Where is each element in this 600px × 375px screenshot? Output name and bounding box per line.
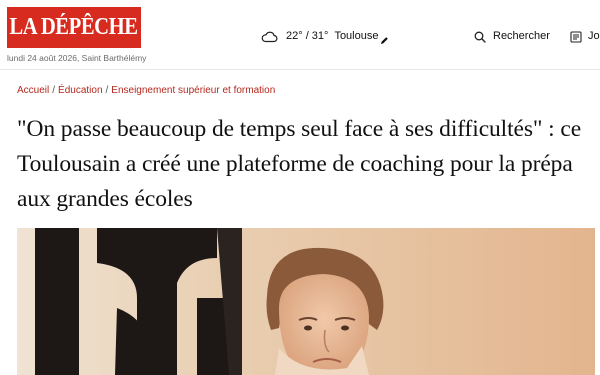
pencil-icon[interactable] xyxy=(380,32,389,44)
breadcrumb-item-accueil[interactable]: Accueil xyxy=(17,85,49,96)
article-title: "On passe beaucoup de temps seul face à … xyxy=(17,116,582,212)
breadcrumb-item-enseignement-superieur[interactable]: Enseignement supérieur et formation xyxy=(111,85,275,96)
search-button[interactable]: Rechercher xyxy=(474,27,550,45)
search-label: Rechercher xyxy=(493,30,550,42)
header-date: lundi 24 août 2026, Saint Barthélémy xyxy=(7,53,147,63)
weather-city[interactable]: Toulouse xyxy=(334,30,378,42)
article-hero-image xyxy=(17,228,595,375)
journal-label: Jo xyxy=(588,30,600,42)
search-icon xyxy=(474,30,486,43)
logo-text: LA DÉPÊCHE xyxy=(9,14,139,40)
newspaper-icon xyxy=(570,30,582,43)
cloud-icon xyxy=(261,30,278,43)
breadcrumb: Accueil / Éducation / Enseignement supérieur… xyxy=(17,85,275,96)
breadcrumb-separator: / xyxy=(105,85,109,96)
weather-temperature: 22° / 31° xyxy=(286,30,329,42)
journal-button[interactable]: Jo xyxy=(570,27,600,45)
site-header: LA DÉPÊCHE lundi 24 août 2026, Saint Bar… xyxy=(0,0,600,70)
weather-widget[interactable]: 22° / 31° Toulouse xyxy=(261,27,389,45)
site-logo[interactable]: LA DÉPÊCHE xyxy=(7,7,141,48)
breadcrumb-separator: / xyxy=(52,85,56,96)
breadcrumb-item-education[interactable]: Éducation xyxy=(58,85,102,96)
